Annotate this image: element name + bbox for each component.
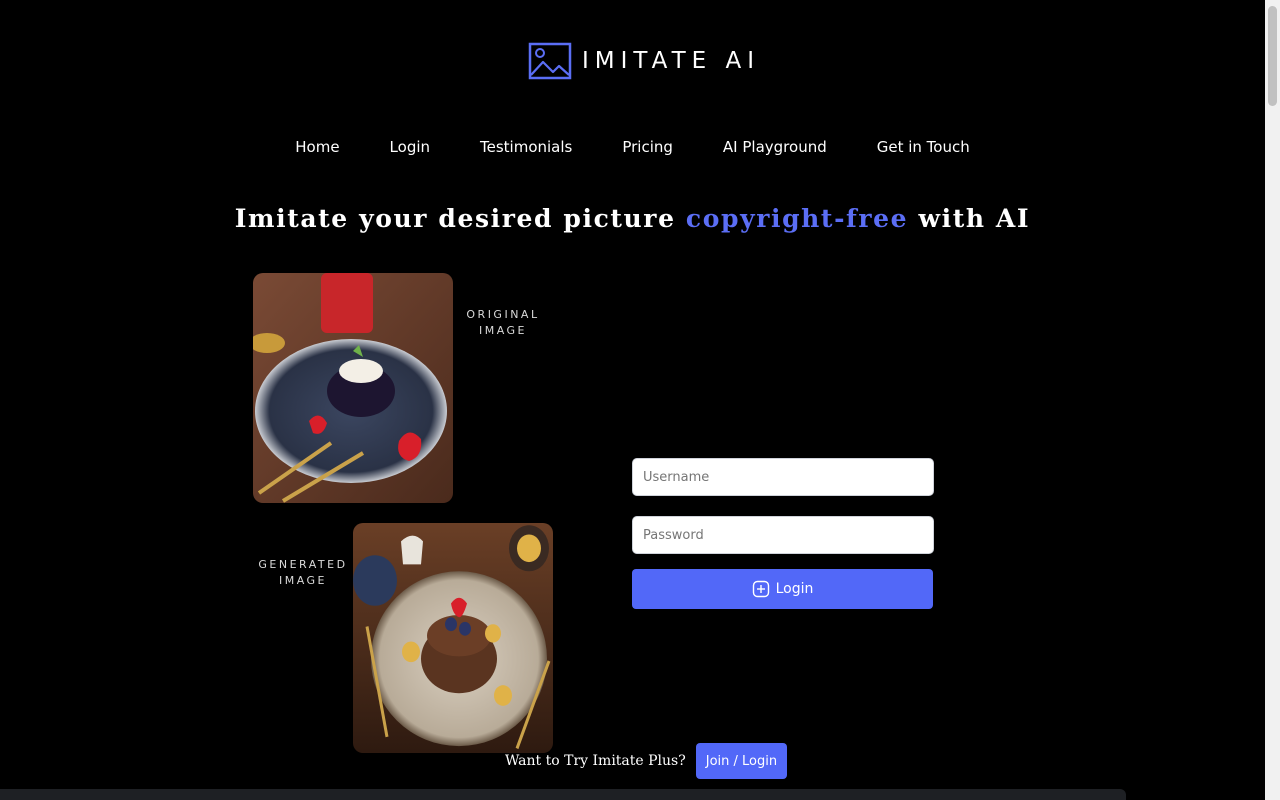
nav-item-get-in-touch[interactable]: Get in Touch <box>877 136 970 158</box>
generated-image <box>353 523 553 753</box>
bottom-bar <box>0 789 1126 800</box>
username-input[interactable] <box>632 458 934 496</box>
plus-square-icon <box>752 580 769 598</box>
generated-caption-line1: GENERATED <box>258 558 348 571</box>
page: IMITATE AI Home Login Testimonials Prici… <box>0 0 1280 800</box>
generated-image-caption: GENERATED IMAGE <box>258 557 348 589</box>
original-caption-line2: IMAGE <box>478 324 528 337</box>
original-caption-line1: ORIGINAL <box>466 308 540 321</box>
page-scrollbar[interactable] <box>1265 0 1280 800</box>
original-image <box>253 273 453 503</box>
join-login-button[interactable]: Join / Login <box>695 743 788 779</box>
nav-item-testimonials[interactable]: Testimonials <box>480 136 572 158</box>
image-icon <box>528 42 572 80</box>
nav-item-pricing[interactable]: Pricing <box>622 136 673 158</box>
main-nav: Home Login Testimonials Pricing AI Playg… <box>0 136 1265 158</box>
password-input[interactable] <box>632 516 934 554</box>
nav-item-home[interactable]: Home <box>295 136 339 158</box>
headline-before: Imitate your desired picture <box>234 204 686 233</box>
generated-caption-line2: IMAGE <box>278 574 328 587</box>
scrollbar-thumb[interactable] <box>1268 6 1277 106</box>
nav-item-ai-playground[interactable]: AI Playground <box>723 136 827 158</box>
cta-text: Want to Try Imitate Plus? <box>505 753 686 769</box>
login-button-label: Login <box>775 581 814 597</box>
original-image-caption: ORIGINAL IMAGE <box>460 307 546 339</box>
brand-logo[interactable]: IMITATE AI <box>528 42 760 80</box>
login-button[interactable]: Login <box>632 569 933 609</box>
nav-item-login[interactable]: Login <box>390 136 430 158</box>
headline-after: with AI <box>908 204 1031 233</box>
plus-cta: Want to Try Imitate Plus? Join / Login <box>505 743 788 779</box>
page-headline: Imitate your desired picture copyright-f… <box>0 204 1265 233</box>
headline-accent: copyright-free <box>685 204 909 233</box>
brand-name: IMITATE AI <box>582 48 761 74</box>
